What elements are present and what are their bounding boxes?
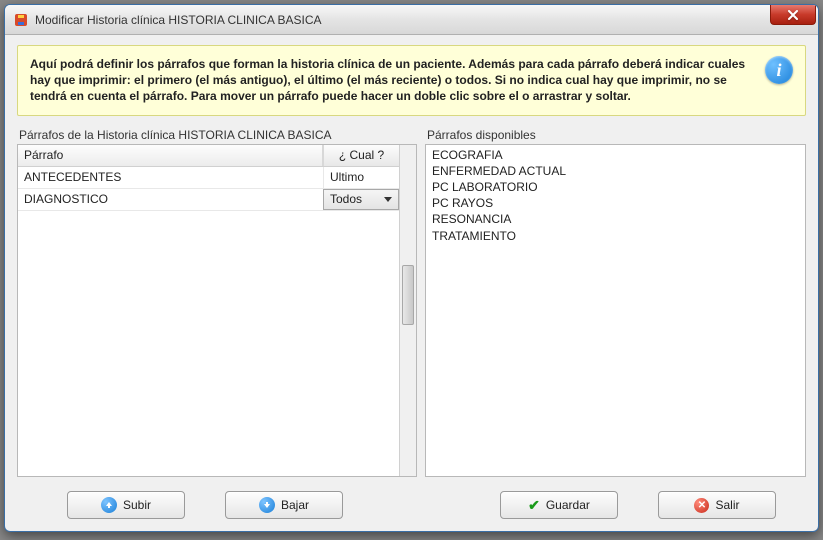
arrow-up-icon [101, 497, 117, 513]
list-item[interactable]: ENFERMEDAD ACTUAL [430, 163, 801, 179]
list-item[interactable]: PC LABORATORIO [430, 179, 801, 195]
available-paragraphs-label: Párrafos disponibles [425, 128, 806, 142]
cross-icon: ✕ [694, 498, 709, 513]
cell-cual[interactable]: Ultimo [323, 167, 399, 188]
available-paragraphs-listbox[interactable]: ECOGRAFIAENFERMEDAD ACTUALPC LABORATORIO… [425, 144, 806, 477]
close-icon [787, 10, 799, 20]
guardar-label: Guardar [546, 498, 590, 512]
info-banner: Aquí podrá definir los párrafos que form… [17, 45, 806, 116]
info-banner-text: Aquí podrá definir los párrafos que form… [30, 56, 753, 105]
selected-paragraphs-panel: Párrafos de la Historia clínica HISTORIA… [17, 128, 417, 477]
table-row[interactable]: ANTECEDENTESUltimo [18, 167, 399, 189]
selected-paragraphs-label: Párrafos de la Historia clínica HISTORIA… [17, 128, 417, 142]
app-icon [13, 12, 29, 28]
cual-dropdown[interactable]: Todos [323, 189, 399, 210]
salir-button[interactable]: ✕ Salir [658, 491, 776, 519]
list-item[interactable]: ECOGRAFIA [430, 147, 801, 163]
col-header-cual[interactable]: ¿ Cual ? [323, 145, 399, 166]
arrow-down-icon [259, 497, 275, 513]
subir-button[interactable]: Subir [67, 491, 185, 519]
table-scrollbar[interactable] [399, 145, 416, 476]
list-item[interactable]: RESONANCIA [430, 211, 801, 227]
scroll-thumb[interactable] [402, 265, 414, 325]
table-header: Párrafo ¿ Cual ? [18, 145, 399, 167]
info-icon: i [765, 56, 793, 84]
dialog-window: Modificar Historia clínica HISTORIA CLIN… [4, 4, 819, 532]
bajar-button[interactable]: Bajar [225, 491, 343, 519]
col-header-parrafo[interactable]: Párrafo [18, 145, 323, 166]
salir-label: Salir [715, 498, 739, 512]
dialog-content: Aquí podrá definir los párrafos que form… [5, 35, 818, 531]
cell-parrafo[interactable]: ANTECEDENTES [18, 167, 323, 188]
available-paragraphs-panel: Párrafos disponibles ECOGRAFIAENFERMEDAD… [425, 128, 806, 477]
window-title: Modificar Historia clínica HISTORIA CLIN… [35, 13, 322, 27]
panels: Párrafos de la Historia clínica HISTORIA… [17, 128, 806, 477]
list-item[interactable]: PC RAYOS [430, 195, 801, 211]
cell-parrafo[interactable]: DIAGNOSTICO [18, 189, 323, 210]
titlebar: Modificar Historia clínica HISTORIA CLIN… [5, 5, 818, 35]
guardar-button[interactable]: ✔ Guardar [500, 491, 618, 519]
bajar-label: Bajar [281, 498, 309, 512]
selected-paragraphs-table[interactable]: Párrafo ¿ Cual ? ANTECEDENTESUltimoDIAGN… [17, 144, 417, 477]
list-item[interactable]: TRATAMIENTO [430, 228, 801, 244]
subir-label: Subir [123, 498, 151, 512]
table-row[interactable]: DIAGNOSTICOTodos [18, 189, 399, 211]
close-button[interactable] [770, 5, 816, 25]
button-bar: Subir Bajar ✔ Guardar ✕ Salir [17, 477, 806, 519]
check-icon: ✔ [528, 497, 540, 514]
